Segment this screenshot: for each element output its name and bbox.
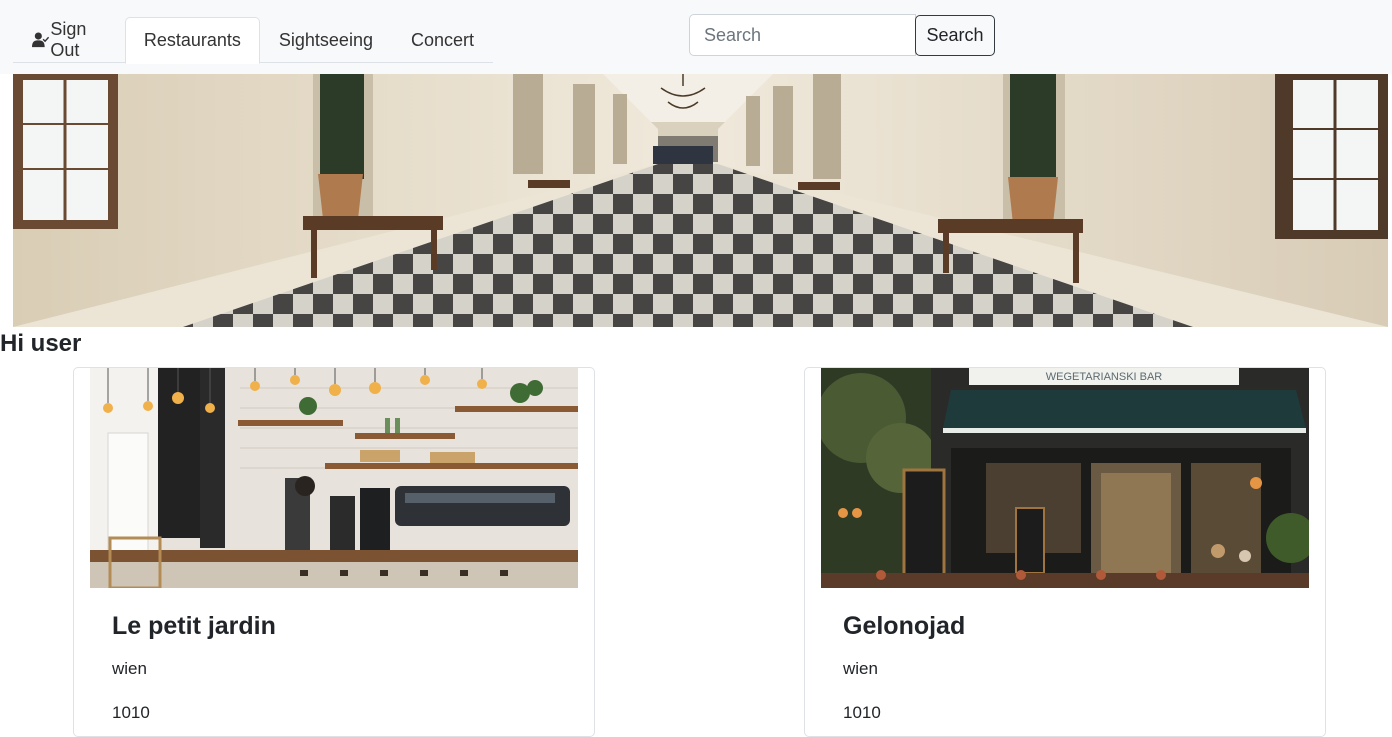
tab-concert[interactable]: Concert bbox=[392, 17, 493, 63]
restaurant-image bbox=[90, 368, 578, 588]
restaurant-card: WEGETARIANSKI BAR Gelonojad wien 1010 bbox=[804, 367, 1326, 737]
restaurant-storefront-illustration: WEGETARIANSKI BAR bbox=[821, 368, 1309, 588]
tab-sign-out[interactable]: Sign Out bbox=[13, 17, 125, 63]
cafe-counter-illustration bbox=[90, 368, 578, 588]
hero-image bbox=[13, 74, 1388, 327]
tab-sightseeing-label: Sightseeing bbox=[278, 29, 373, 50]
nav-tabs: Sign Out Restaurants Sightseeing Concert bbox=[13, 17, 493, 64]
tab-restaurants[interactable]: Restaurants bbox=[124, 17, 260, 64]
tab-sightseeing[interactable]: Sightseeing bbox=[260, 17, 392, 63]
tab-restaurants-label: Restaurants bbox=[143, 30, 241, 50]
top-navbar: Sign Out Restaurants Sightseeing Concert… bbox=[0, 0, 1392, 74]
tab-sign-out-label: Sign Out bbox=[50, 19, 87, 60]
restaurant-zip: 1010 bbox=[843, 703, 881, 722]
user-check-icon bbox=[32, 32, 50, 48]
restaurant-card: Le petit jardin wien 1010 bbox=[73, 367, 595, 737]
hero-gallery-illustration bbox=[13, 74, 1388, 327]
restaurant-zip: 1010 bbox=[112, 703, 150, 722]
restaurant-city: wien bbox=[843, 659, 878, 678]
greeting: Hi user bbox=[0, 330, 82, 357]
restaurant-image: WEGETARIANSKI BAR bbox=[821, 368, 1309, 588]
search-button[interactable]: Search bbox=[915, 15, 995, 56]
storefront-sign-text: WEGETARIANSKI BAR bbox=[1046, 371, 1163, 383]
search-form: Search bbox=[689, 14, 995, 56]
tab-concert-label: Concert bbox=[410, 29, 474, 50]
restaurant-name: Le petit jardin bbox=[112, 612, 276, 640]
restaurant-city: wien bbox=[112, 659, 147, 678]
restaurant-name: Gelonojad bbox=[843, 612, 966, 640]
search-input[interactable] bbox=[689, 14, 916, 56]
